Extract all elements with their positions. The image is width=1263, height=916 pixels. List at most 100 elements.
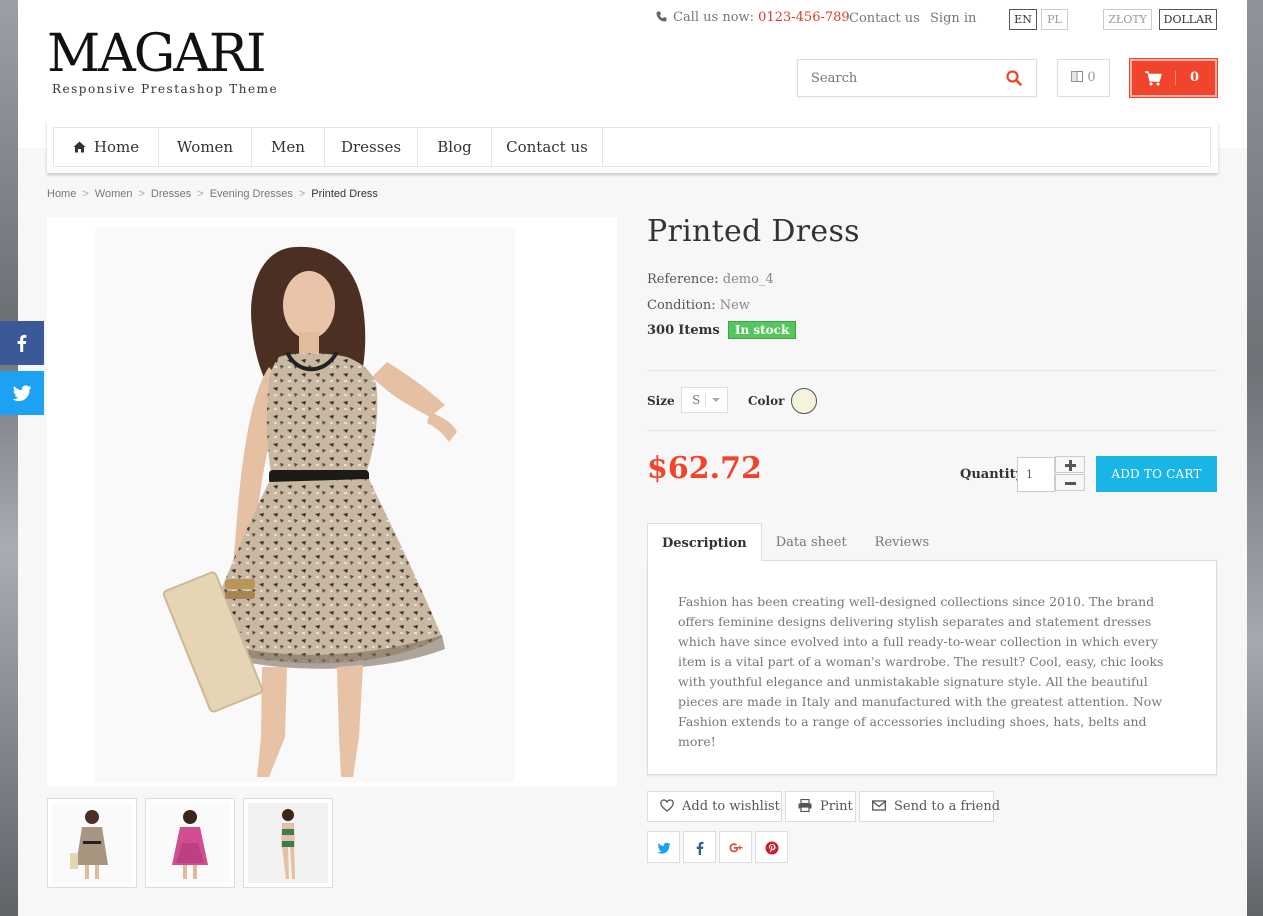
compare-icon [1071, 71, 1084, 82]
thumbnail-list [47, 798, 333, 888]
print-label: Print [820, 799, 853, 814]
nav-item-blog[interactable]: Blog [418, 128, 492, 166]
size-select[interactable]: S [681, 387, 728, 413]
side-twitter-button[interactable] [0, 371, 44, 415]
background-left [0, 0, 18, 916]
minus-icon [1065, 482, 1076, 485]
logo[interactable]: MAGARI Responsive Prestashop Theme [47, 26, 278, 96]
compare-button[interactable]: 0 [1057, 59, 1110, 97]
dress-model-image [47, 217, 617, 787]
call-label: Call us now: [673, 10, 755, 25]
quantity-increase-button[interactable] [1055, 456, 1085, 473]
size-value: S [692, 393, 701, 407]
thumbnail-2[interactable] [145, 798, 235, 888]
language-en[interactable]: EN [1009, 9, 1037, 30]
share-pinterest-button[interactable] [755, 831, 788, 863]
breadcrumb-women[interactable]: Women [95, 188, 133, 200]
twitter-icon [12, 385, 32, 402]
breadcrumb-evening-dresses[interactable]: Evening Dresses [210, 188, 293, 200]
search-icon[interactable] [1006, 70, 1022, 86]
share-twitter-button[interactable] [647, 831, 680, 863]
condition-value: New [719, 298, 750, 313]
pinterest-icon [765, 841, 779, 855]
condition-line: Condition: New [647, 298, 750, 313]
send-to-friend-button[interactable]: Send to a friend [859, 791, 1000, 822]
breadcrumb-separator: > [197, 188, 204, 200]
breadcrumb-separator: > [138, 188, 145, 200]
wishlist-label: Add to wishlist [682, 799, 780, 814]
size-label: Size [647, 394, 675, 408]
tab-data-sheet[interactable]: Data sheet [762, 523, 861, 561]
nav-item-home[interactable]: Home [54, 128, 159, 166]
nav-bar: Home Women Men Dresses Blog Contact us [53, 127, 1211, 167]
color-swatch[interactable] [791, 388, 817, 414]
signin-link[interactable]: Sign in [930, 11, 976, 26]
tab-reviews[interactable]: Reviews [861, 523, 943, 561]
breadcrumb-current: Printed Dress [311, 188, 378, 200]
product-main-image[interactable] [47, 217, 617, 787]
breadcrumb-separator: > [82, 188, 89, 200]
stock-status-badge: In stock [727, 321, 797, 339]
tab-description[interactable]: Description [647, 523, 762, 561]
language-pl[interactable]: PL [1041, 9, 1068, 30]
breadcrumb: Home > Women > Dresses > Evening Dresses > Print… [47, 188, 378, 200]
print-button[interactable]: Print [785, 791, 856, 822]
add-to-cart-button[interactable]: ADD TO CART [1096, 456, 1217, 492]
currency-dollar[interactable]: DOLLAR [1159, 9, 1217, 30]
reference-line: Reference: demo_4 [647, 272, 774, 287]
thumbnail-image [150, 803, 230, 883]
compare-count: 0 [1087, 70, 1096, 85]
nav-label-home: Home [93, 138, 140, 156]
cart-button[interactable]: 0 [1130, 59, 1217, 97]
logo-subtitle: Responsive Prestashop Theme [52, 82, 279, 96]
divider [647, 430, 1217, 431]
nav-item-contact[interactable]: Contact us [492, 128, 603, 166]
contact-link[interactable]: Contact us [849, 11, 920, 26]
product-title: Printed Dress [647, 214, 860, 249]
phone-icon [656, 11, 667, 22]
reference-value: demo_4 [722, 272, 774, 287]
quantity-input[interactable]: 1 [1017, 457, 1055, 492]
home-icon [73, 141, 86, 153]
divider [647, 370, 1217, 371]
share-google-plus-button[interactable] [719, 831, 752, 863]
plus-icon [1065, 460, 1076, 471]
thumbnail-3[interactable] [243, 798, 333, 888]
currency-zloty[interactable]: ZŁOTY [1103, 9, 1152, 30]
nav-item-dresses[interactable]: Dresses [325, 128, 418, 166]
thumbnail-1[interactable] [47, 798, 137, 888]
thumbnail-image [248, 803, 328, 883]
google-plus-icon [729, 843, 743, 853]
cart-divider [1175, 71, 1176, 85]
add-to-wishlist-button[interactable]: Add to wishlist [647, 791, 782, 822]
nav-item-women[interactable]: Women [159, 128, 252, 166]
print-icon [798, 798, 812, 813]
envelope-icon [872, 800, 886, 811]
send-friend-label: Send to a friend [894, 799, 1001, 814]
stock-items-label: Items [678, 323, 720, 338]
select-divider [705, 393, 706, 407]
side-facebook-button[interactable] [0, 321, 44, 365]
facebook-icon [17, 334, 27, 352]
thumbnail-image [52, 803, 132, 883]
breadcrumb-home[interactable]: Home [47, 188, 76, 200]
search-input[interactable] [798, 60, 978, 96]
quantity-label: Quantity [960, 467, 1024, 482]
logo-title: MAGARI [47, 24, 267, 84]
color-label: Color [748, 394, 785, 408]
heart-icon [660, 799, 674, 812]
product-price: $62.72 [647, 451, 762, 486]
reference-label: Reference: [647, 272, 719, 287]
breadcrumb-separator: > [298, 188, 306, 200]
stock-line: 300 Items In stock [647, 321, 797, 339]
product-description: Fashion has been creating well-designed … [678, 594, 1164, 749]
phone-number[interactable]: 0123-456-789 [758, 10, 850, 25]
page: MAGARI Responsive Prestashop Theme Call … [18, 0, 1247, 916]
background-right [1247, 0, 1263, 916]
call-us: Call us now: 0123-456-789 [656, 10, 850, 25]
nav-item-men[interactable]: Men [252, 128, 325, 166]
share-facebook-button[interactable] [683, 831, 716, 863]
breadcrumb-dresses[interactable]: Dresses [151, 188, 191, 200]
quantity-decrease-button[interactable] [1055, 474, 1085, 491]
condition-label: Condition: [647, 298, 716, 313]
